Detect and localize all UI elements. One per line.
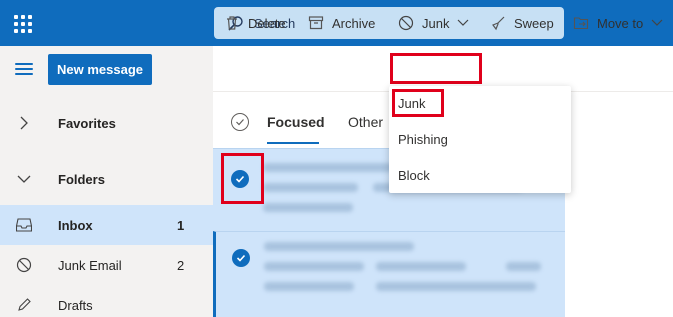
nav-folders-label: Folders [58, 171, 105, 187]
tab-focused-underline [267, 142, 319, 144]
junk-button[interactable]: Junk [398, 0, 469, 46]
nav-favorites-label: Favorites [58, 115, 116, 131]
blurred-preview [376, 282, 536, 291]
blurred-subject [264, 262, 364, 271]
nav-junk-email-label: Junk Email [58, 257, 122, 273]
nav-junk-email[interactable]: Junk Email 2 [0, 245, 213, 285]
chevron-down-icon [458, 19, 469, 26]
new-message-button[interactable]: New message [48, 54, 152, 85]
nav-folders[interactable]: Folders [0, 159, 213, 199]
inbox-icon [15, 216, 33, 234]
tab-focused[interactable]: Focused [267, 114, 325, 130]
reading-pane-edge [565, 92, 673, 317]
blurred-sender [263, 163, 393, 172]
trash-icon [227, 16, 237, 30]
nav-favorites[interactable]: Favorites [0, 103, 213, 143]
checkbox-highlight-box [221, 153, 264, 204]
nav-inbox[interactable]: Inbox 1 [0, 205, 213, 245]
junk-highlight-box [390, 53, 482, 84]
chevron-down-icon [15, 170, 33, 188]
archive-label: Archive [332, 15, 376, 31]
blurred-time [506, 262, 541, 271]
hamburger-icon[interactable] [15, 63, 33, 75]
sweep-label: Sweep [514, 15, 554, 31]
tab-other[interactable]: Other [348, 114, 383, 130]
nav-drafts[interactable]: Drafts [0, 285, 213, 317]
broom-icon [492, 16, 505, 31]
blurred-preview [263, 203, 353, 212]
move-to-button[interactable]: Move to [573, 0, 663, 46]
check-icon [236, 119, 244, 126]
pencil-icon [15, 296, 33, 314]
nav-junk-email-count: 2 [177, 257, 185, 273]
delete-button[interactable]: Delete [224, 0, 286, 46]
blurred-preview [376, 262, 466, 271]
chevron-down-icon [651, 19, 663, 26]
sweep-button[interactable]: Sweep [490, 0, 554, 46]
delete-label: Delete [248, 15, 286, 31]
block-icon [398, 15, 414, 31]
archive-button[interactable]: Archive [308, 0, 375, 46]
waffle-icon[interactable] [8, 8, 38, 38]
chevron-right-icon [15, 114, 33, 132]
blurred-preview [264, 282, 354, 291]
move-to-label: Move to [597, 15, 644, 31]
menu-item-block[interactable]: Block [389, 158, 571, 192]
nav-inbox-count: 1 [177, 217, 185, 233]
archive-icon [308, 16, 324, 30]
folder-move-icon [573, 17, 589, 30]
select-all-checkbox[interactable] [231, 113, 249, 131]
check-icon [236, 254, 246, 262]
block-icon [15, 256, 33, 274]
nav-drafts-label: Drafts [58, 297, 93, 313]
menu-item-phishing[interactable]: Phishing [389, 122, 571, 156]
blurred-subject [263, 183, 358, 192]
junk-item-highlight-box [392, 89, 444, 117]
nav-inbox-label: Inbox [58, 217, 93, 233]
junk-label: Junk [422, 15, 450, 31]
message-checkbox[interactable] [232, 249, 250, 267]
blurred-sender [264, 242, 414, 251]
message-row[interactable] [213, 231, 565, 317]
